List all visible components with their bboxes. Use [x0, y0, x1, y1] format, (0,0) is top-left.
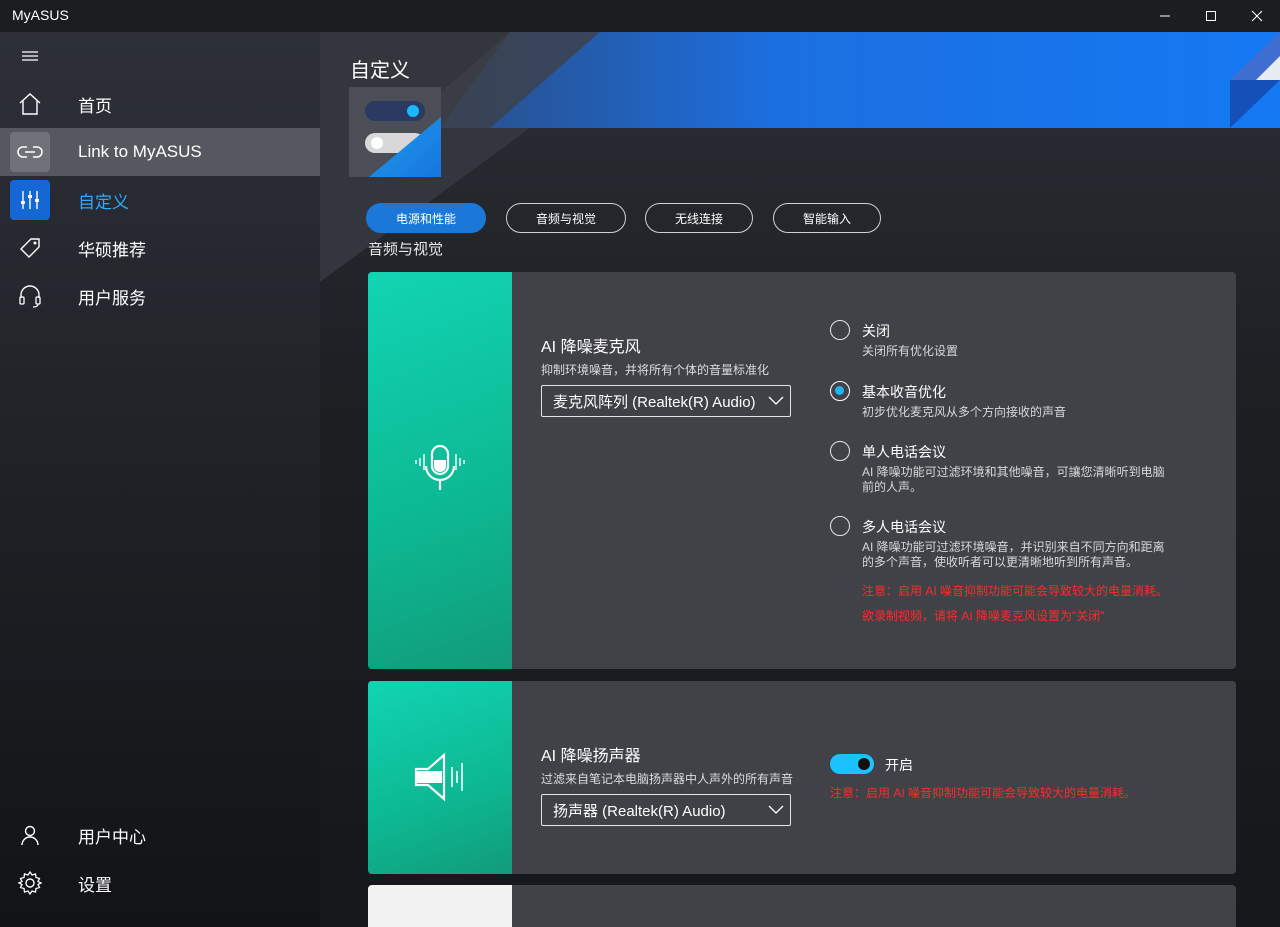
sidebar-item-label: 用户中心 [78, 827, 146, 847]
radio-description: AI 降噪功能可过滤环境噪音，并识别来自不同方向和距离的多个声音，使收听者可以更… [862, 540, 1165, 569]
radio-button[interactable] [830, 381, 850, 401]
link-icon [10, 132, 50, 172]
close-icon [1251, 10, 1263, 22]
radio-button[interactable] [830, 320, 850, 340]
hamburger-button[interactable] [20, 48, 40, 64]
maximize-icon [1206, 11, 1216, 21]
sidebar-item-label: 用户服务 [78, 288, 146, 308]
card-title: AI 降噪麦克风 [541, 339, 641, 356]
hero-illustration [349, 87, 441, 177]
speaker-icon [412, 749, 468, 805]
toggle-illustration-on [365, 101, 425, 121]
radio-description: 初步优化麦克风从多个方向接收的声音 [862, 405, 1067, 419]
radio-option-multi-call[interactable]: 多人电话会议 AI 降噪功能可过滤环境噪音，并识别来自不同方向和距离的多个声音，… [830, 516, 1210, 576]
power-warning: 注意：启用 AI 噪音抑制功能可能会导致较大的电量消耗。 [862, 584, 1169, 598]
ai-noise-cancel-mic-card: AI 降噪麦克风 抑制环境噪音，并将所有个体的音量标准化 麦克风阵列 (Real… [368, 272, 1236, 669]
sidebar-item-label: 华硕推荐 [78, 240, 146, 260]
microphone-device-select[interactable]: 麦克风阵列 (Realtek(R) Audio) [541, 385, 791, 417]
speaker-noise-toggle[interactable] [830, 754, 874, 774]
sidebar: 首页 Link to MyASUS 自定义 华硕推荐 用户服务 用户中心 设置 [0, 32, 320, 927]
tab-smart-input[interactable]: 智能输入 [773, 203, 881, 233]
sidebar-item-service[interactable]: 用户服务 [0, 272, 320, 320]
sliders-icon [10, 180, 50, 220]
chevron-down-icon [768, 803, 784, 817]
sidebar-item-home[interactable]: 首页 [0, 80, 320, 128]
chevron-down-icon [768, 394, 784, 408]
sidebar-item-settings[interactable]: 设置 [0, 859, 320, 907]
tag-icon [10, 228, 50, 268]
sidebar-item-link-to-myasus[interactable]: Link to MyASUS [0, 128, 320, 176]
sidebar-item-customize[interactable]: 自定义 [0, 176, 320, 224]
tab-wireless[interactable]: 无线连接 [645, 203, 753, 233]
radio-option-basic[interactable]: 基本收音优化 初步优化麦克风从多个方向接收的声音 [830, 381, 1210, 421]
hamburger-icon [22, 51, 38, 61]
select-value: 麦克风阵列 (Realtek(R) Audio) [553, 393, 756, 411]
select-value: 扬声器 (Realtek(R) Audio) [553, 802, 726, 820]
main-content: 自定义 电源和性能 音频与视觉 无线连接 智能输入 音频与视觉 AI 降噪麦克风… [320, 32, 1280, 927]
card-title: AI 降噪扬声器 [541, 748, 641, 765]
sidebar-item-recommend[interactable]: 华硕推荐 [0, 224, 320, 272]
sidebar-item-label: 自定义 [78, 192, 129, 212]
card-icon-panel [368, 885, 512, 927]
sidebar-item-label: 首页 [78, 96, 112, 116]
radio-option-off[interactable]: 关闭 关闭所有优化设置 [830, 320, 1210, 360]
radio-label: 基本收音优化 [862, 384, 946, 400]
radio-button[interactable] [830, 516, 850, 536]
tab-power-performance[interactable]: 电源和性能 [366, 203, 486, 233]
ai-noise-cancel-speaker-card: AI 降噪扬声器 过滤来自笔记本电脑扬声器中人声外的所有声音 扬声器 (Real… [368, 681, 1236, 874]
radio-option-single-call[interactable]: 单人电话会议 AI 降噪功能可过滤环境和其他噪音，可讓您清晰听到电脑前的人声。 [830, 441, 1210, 501]
toggle-label: 开启 [885, 757, 913, 773]
speaker-device-select[interactable]: 扬声器 (Realtek(R) Audio) [541, 794, 791, 826]
radio-button[interactable] [830, 441, 850, 461]
minimize-icon [1160, 15, 1170, 17]
corner-decoration [1230, 32, 1280, 128]
maximize-button[interactable] [1188, 0, 1234, 32]
card-icon-panel [368, 681, 512, 874]
tab-audio-visual[interactable]: 音频与视觉 [506, 203, 626, 233]
radio-label: 多人电话会议 [862, 519, 946, 535]
close-button[interactable] [1234, 0, 1280, 32]
microphone-icon [412, 442, 468, 498]
radio-description: 关闭所有优化设置 [862, 344, 959, 358]
radio-description: AI 降噪功能可过滤环境和其他噪音，可讓您清晰听到电脑前的人声。 [862, 465, 1165, 494]
card-description: 抑制环境噪音，并将所有个体的音量标准化 [541, 363, 770, 377]
home-icon [10, 84, 50, 124]
user-icon [10, 815, 50, 855]
page-title: 自定义 [350, 60, 410, 82]
card-description: 过滤来自笔记本电脑扬声器中人声外的所有声音 [541, 772, 794, 786]
gear-icon [10, 863, 50, 903]
power-warning: 注意：启用 AI 噪音抑制功能可能会导致较大的电量消耗。 [830, 786, 1137, 800]
title-bar: MyASUS [0, 0, 1280, 32]
sidebar-item-label: Link to MyASUS [78, 142, 202, 161]
radio-label: 单人电话会议 [862, 444, 946, 460]
sidebar-item-label: 设置 [78, 875, 112, 895]
radio-label: 关闭 [862, 323, 890, 339]
sidebar-item-user-center[interactable]: 用户中心 [0, 811, 320, 859]
minimize-button[interactable] [1142, 0, 1188, 32]
recording-warning: 欲录制视频，请将 AI 降噪麦克风设置为"关闭" [862, 609, 1105, 623]
card-icon-panel [368, 272, 512, 669]
section-heading: 音频与视觉 [368, 242, 444, 258]
next-card [368, 885, 1236, 927]
app-title: MyASUS [12, 7, 69, 23]
headset-icon [10, 276, 50, 316]
